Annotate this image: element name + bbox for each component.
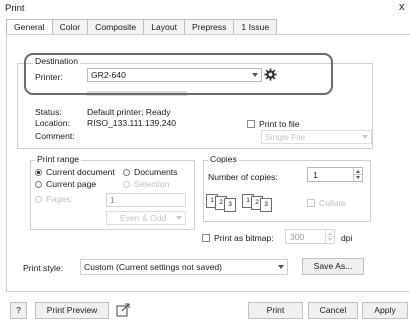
current-page-label: Current page bbox=[46, 179, 97, 189]
printer-select-value: GR2-640 bbox=[91, 70, 126, 80]
stepper-down-button[interactable] bbox=[353, 174, 362, 181]
tab-bar: General Color Composite Layout Prepress … bbox=[6, 19, 278, 35]
print-style-value: Custom (Current settings not saved) bbox=[84, 262, 223, 272]
status-value: Default printer; Ready bbox=[87, 107, 171, 117]
selection-label: Selection bbox=[134, 179, 170, 189]
print-as-bitmap-box[interactable] bbox=[202, 234, 210, 242]
printer-select[interactable]: GR2-640 bbox=[87, 68, 262, 82]
print-to-file-box[interactable] bbox=[247, 120, 255, 128]
print-style-select[interactable]: Custom (Current settings not saved) bbox=[80, 259, 288, 275]
bitmap-dpi-stepper[interactable]: 300 bbox=[285, 229, 335, 244]
radio-selection-dot[interactable] bbox=[123, 180, 130, 188]
radio-pages[interactable]: Pages: bbox=[35, 194, 73, 204]
pages-filter-value: Even & Odd bbox=[120, 213, 167, 223]
collate-set-1: 1 2 3 bbox=[206, 194, 236, 212]
tab-color[interactable]: Color bbox=[51, 19, 88, 35]
comment-label: Comment: bbox=[35, 131, 75, 141]
tab-issue[interactable]: 1 Issue bbox=[233, 19, 278, 35]
chevron-down-icon bbox=[252, 73, 258, 77]
print-button[interactable]: Print bbox=[248, 302, 303, 319]
print-preview-button[interactable]: Print Preview bbox=[35, 302, 109, 319]
printer-label: Printer: bbox=[35, 72, 63, 82]
pages-input[interactable]: 1 bbox=[106, 193, 186, 207]
radio-current-page[interactable]: Current page bbox=[35, 179, 96, 189]
chevron-down-icon bbox=[278, 265, 284, 269]
dpi-unit: dpi bbox=[341, 233, 353, 243]
cancel-button[interactable]: Cancel bbox=[308, 302, 358, 319]
copies-value: 1 bbox=[313, 170, 318, 180]
chevron-down-icon bbox=[328, 238, 332, 241]
stepper-down-button[interactable] bbox=[325, 236, 334, 243]
radio-documents[interactable]: Documents bbox=[123, 167, 177, 177]
collate-set-2: 1 2 3 bbox=[242, 194, 272, 212]
chevron-down-icon bbox=[176, 216, 182, 220]
tab-layout[interactable]: Layout bbox=[143, 19, 185, 35]
current-document-label: Current document bbox=[46, 167, 115, 177]
print-to-file-label: Print to file bbox=[259, 119, 300, 129]
radio-current-document-dot[interactable] bbox=[35, 168, 42, 176]
pages-filter-select[interactable]: Even & Odd bbox=[106, 211, 186, 225]
file-mode-select[interactable]: Single File bbox=[261, 130, 372, 144]
print-to-file-checkbox[interactable]: Print to file bbox=[247, 119, 300, 129]
radio-current-page-dot[interactable] bbox=[35, 180, 42, 188]
printer-properties-strip bbox=[87, 91, 187, 96]
apply-button[interactable]: Apply bbox=[362, 302, 408, 319]
window-title: Print bbox=[5, 3, 25, 14]
print-range-label: Print range bbox=[35, 154, 82, 164]
radio-pages-dot[interactable] bbox=[35, 195, 42, 203]
chevron-up-icon bbox=[356, 170, 360, 173]
bitmap-dpi-value: 300 bbox=[290, 232, 305, 242]
print-style-label: Print style: bbox=[23, 263, 64, 273]
chevron-up-icon bbox=[328, 232, 332, 235]
close-icon[interactable]: x bbox=[399, 1, 410, 13]
tab-prepress[interactable]: Prepress bbox=[184, 19, 234, 35]
collate-page-icon: 3 bbox=[260, 198, 272, 212]
radio-documents-dot[interactable] bbox=[123, 168, 130, 176]
collate-pages-icon: 1 2 3 1 2 3 bbox=[206, 194, 272, 212]
collate-checkbox[interactable]: Collate bbox=[307, 198, 346, 208]
help-button[interactable]: ? bbox=[10, 302, 27, 319]
print-as-bitmap-label: Print as bitmap: bbox=[214, 233, 274, 243]
gear-icon[interactable] bbox=[264, 68, 277, 81]
number-of-copies-label: Number of copies: bbox=[208, 172, 278, 182]
radio-current-document[interactable]: Current document bbox=[35, 167, 115, 177]
collate-label: Collate bbox=[319, 198, 346, 208]
print-as-bitmap-checkbox[interactable]: Print as bitmap: bbox=[202, 233, 274, 243]
save-as-button[interactable]: Save As... bbox=[302, 258, 364, 275]
chevron-down-icon bbox=[362, 135, 368, 139]
pages-label: Pages: bbox=[46, 194, 73, 204]
documents-label: Documents bbox=[134, 167, 178, 177]
file-mode-value: Single File bbox=[265, 132, 306, 142]
collate-page-icon: 3 bbox=[224, 198, 236, 212]
tab-general[interactable]: General bbox=[6, 19, 52, 35]
destination-group-label: Destination bbox=[33, 56, 80, 66]
external-window-icon[interactable] bbox=[116, 303, 130, 317]
tab-composite[interactable]: Composite bbox=[87, 19, 144, 35]
radio-selection[interactable]: Selection bbox=[123, 179, 169, 189]
status-label: Status: bbox=[35, 107, 62, 117]
copies-stepper[interactable]: 1 bbox=[307, 167, 363, 182]
location-label: Location: bbox=[35, 118, 70, 128]
copies-label: Copies bbox=[208, 154, 239, 164]
chevron-down-icon bbox=[356, 176, 360, 179]
collate-box[interactable] bbox=[307, 199, 315, 207]
location-value: RISO_133.111.139.240 bbox=[87, 118, 177, 128]
